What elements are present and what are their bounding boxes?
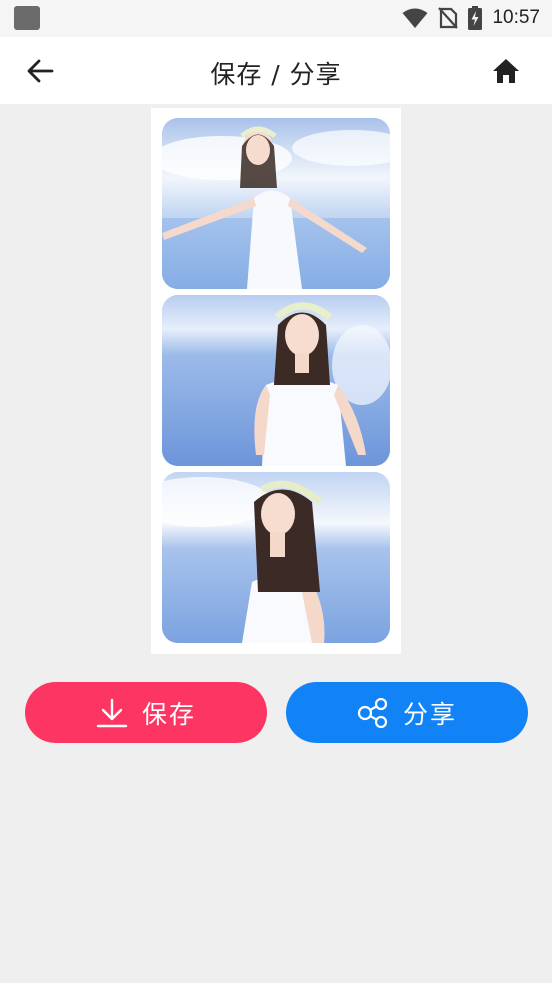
collage-photo <box>162 295 390 466</box>
photo-image <box>162 118 390 289</box>
share-label: 分享 <box>402 699 457 729</box>
photo-image <box>162 295 390 466</box>
wifi-icon <box>402 8 428 28</box>
status-bar: 10:57 <box>0 0 552 37</box>
download-icon <box>96 698 128 727</box>
status-time: 10:57 <box>492 7 540 28</box>
photo-image <box>162 472 390 643</box>
home-button[interactable] <box>486 51 526 91</box>
collage-preview <box>151 108 401 654</box>
page-title: 保存 / 分享 <box>210 60 342 89</box>
share-icon <box>357 697 388 728</box>
app-bar: 保存 / 分享 <box>0 37 552 104</box>
collage-photo <box>162 472 390 643</box>
save-label: 保存 <box>141 699 196 729</box>
no-sim-icon <box>438 7 459 29</box>
status-icons: 10:57 <box>402 5 540 31</box>
home-icon <box>493 59 519 83</box>
battery-charging-icon <box>468 6 483 30</box>
share-button[interactable]: 分享 <box>286 682 528 743</box>
collage-photo <box>162 118 390 289</box>
save-button[interactable]: 保存 <box>25 682 267 743</box>
app-notification-icon <box>14 6 40 30</box>
